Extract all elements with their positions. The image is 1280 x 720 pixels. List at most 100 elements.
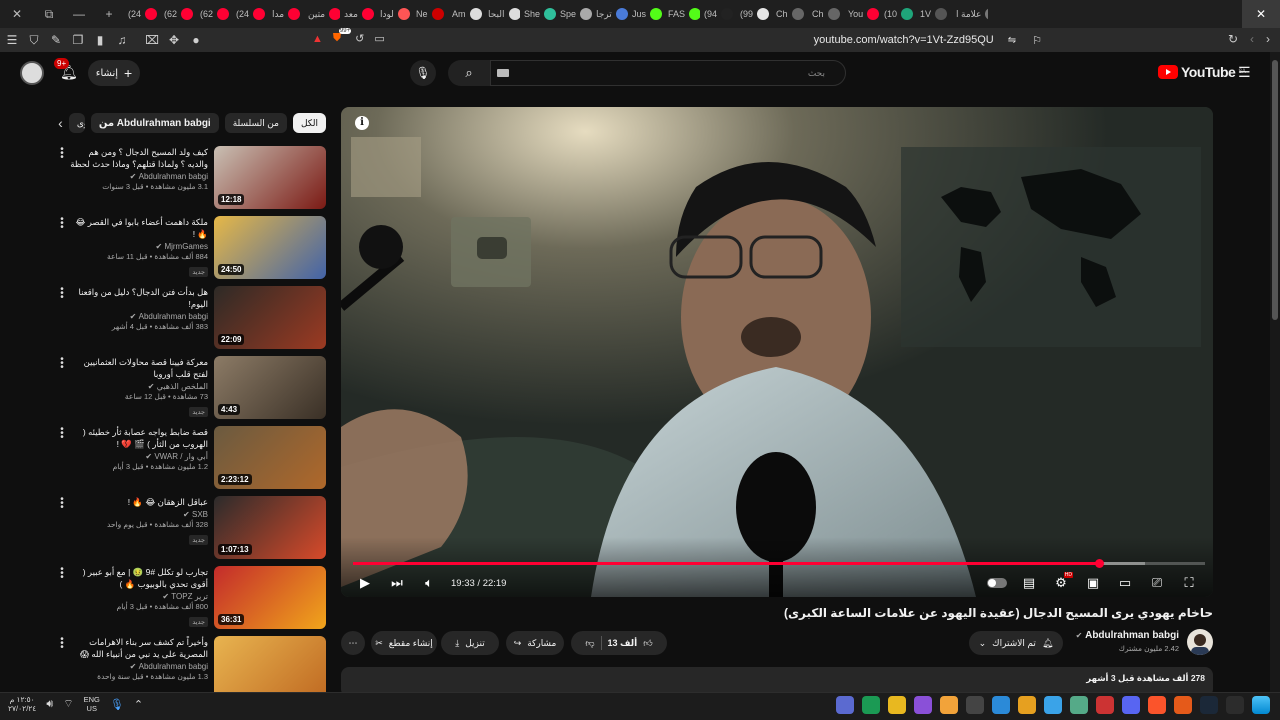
taskbar-app-icon[interactable] [992, 696, 1010, 714]
taskbar-app-icon[interactable] [940, 696, 958, 714]
sidebar-menu-icon[interactable]: ☰ [2, 30, 22, 50]
browser-tab[interactable]: (24 [232, 0, 268, 28]
url-text[interactable]: youtube.com/watch?v=1Vt-Zzd95QU [814, 34, 994, 46]
related-video-thumbnail[interactable]: 2:23:12 [214, 426, 326, 489]
restore-window-icon[interactable]: ⧉ [34, 7, 64, 22]
minimize-window-icon[interactable]: — [64, 7, 94, 21]
cast-icon[interactable]: ⎚ [1141, 569, 1173, 597]
related-video-channel[interactable]: SXB ✔ [68, 510, 208, 519]
chip-related[interactable]: محتوى [68, 113, 85, 133]
channel-name[interactable]: Abdulrahman babgi ✔ [1076, 630, 1179, 641]
vpn-icon[interactable]: ● [186, 30, 206, 50]
related-video-thumbnail[interactable]: 24:50 [214, 216, 326, 279]
related-video-item[interactable]: • • • كيف ولد المسيح الدجال ؟ ومن هم والديه… [56, 145, 326, 216]
more-actions-button[interactable]: ⋯ [341, 631, 365, 655]
kebab-menu-icon[interactable]: • • • [56, 565, 68, 583]
related-video-thumbnail[interactable]: 4:43 [214, 356, 326, 419]
clip-button[interactable]: ✂ إنشاء مقطع [371, 631, 437, 655]
screenshot-icon[interactable]: ⌧ [142, 30, 162, 50]
browser-tab[interactable]: (99 [736, 0, 772, 28]
like-button[interactable]: 👍︎ [643, 638, 652, 649]
browser-tab[interactable]: (94 [700, 0, 736, 28]
browser-tab[interactable]: (24 [124, 0, 160, 28]
chips-next-arrow-icon[interactable]: ‹ [58, 115, 63, 131]
taskbar-app-icon[interactable] [888, 696, 906, 714]
related-video-title[interactable]: قصة ضابط يواجه عصابة ثأر خطيئه ( الهروب … [68, 426, 208, 450]
taskbar-app-icon[interactable] [1096, 696, 1114, 714]
edit-icon[interactable]: ✎ [46, 30, 66, 50]
address-bar[interactable]: youtube.com/watch?v=1Vt-Zzd95QU ⇋ ⚐ [300, 30, 1050, 50]
progress-bar[interactable] [353, 559, 1205, 568]
related-video-thumbnail[interactable]: 1:07:13 [214, 496, 326, 559]
clock[interactable]: ١٢:٥٠ م ٢٧/٠٢/٢٤ [8, 695, 36, 713]
related-video-thumbnail[interactable]: 12:18 [214, 146, 326, 209]
music-icon[interactable]: ♫ [112, 30, 132, 50]
speaker-icon[interactable]: 🔊︎ [46, 698, 53, 711]
subtitles-icon[interactable]: ▤ [1013, 569, 1045, 597]
browser-tab[interactable]: Ch [808, 0, 844, 28]
browser-tab[interactable]: متين [304, 0, 340, 28]
related-video-title[interactable]: هل بدأت فتن الدجال؟ دليل من واقعنا اليوم… [68, 286, 208, 310]
related-video-title[interactable]: معركة فيينا قصة محاولات العثمانيين لفتح … [68, 356, 208, 380]
theater-mode-icon[interactable]: ▭ [1109, 569, 1141, 597]
active-tab-close-icon[interactable]: ✕ [1242, 0, 1280, 28]
browser-tab[interactable]: لودا [376, 0, 412, 28]
create-button[interactable]: إنشاء + [88, 60, 140, 86]
browser-tab[interactable]: (62 [196, 0, 232, 28]
kebab-menu-icon[interactable]: • • • [56, 355, 68, 373]
page-scrollbar[interactable] [1270, 52, 1280, 692]
related-video-thumbnail[interactable]: 36:31 [214, 566, 326, 629]
browser-tab[interactable]: Ne [412, 0, 448, 28]
subscribed-button[interactable]: ⌄ تم الاشتراك 🔔︎ [969, 631, 1063, 655]
browser-tab[interactable]: Jus [628, 0, 664, 28]
account-avatar[interactable] [20, 61, 44, 85]
browser-tab[interactable]: Spe [556, 0, 592, 28]
history-icon[interactable]: ↺ [355, 32, 364, 45]
autoplay-toggle[interactable] [981, 569, 1013, 597]
related-video-title[interactable]: كيف ولد المسيح الدجال ؟ ومن هم والديه ؟ … [68, 146, 208, 170]
kebab-menu-icon[interactable]: • • • [56, 145, 68, 163]
brave-shields-icon[interactable]: ⛊ 99+ [333, 28, 352, 45]
input-language[interactable]: ENG US [84, 695, 100, 713]
taskbar-app-icon[interactable] [1148, 696, 1166, 714]
taskbar-app-icon[interactable] [836, 696, 854, 714]
browser-tab[interactable]: You [844, 0, 880, 28]
like-count[interactable]: 13 ألف [608, 638, 638, 649]
browser-tab[interactable]: (62 [160, 0, 196, 28]
taskbar-app-icon[interactable] [1226, 696, 1244, 714]
bookmark-icon[interactable]: ⚐ [1032, 34, 1042, 47]
windows-start-icon[interactable] [1252, 696, 1270, 714]
kebab-menu-icon[interactable]: • • • [56, 635, 68, 653]
tabs-icon[interactable]: ❐ [68, 30, 88, 50]
chip-from-channel[interactable]: من Abdulrahman babgi [90, 113, 219, 133]
channel-avatar[interactable] [1187, 629, 1213, 655]
related-video-item[interactable]: • • • قصة ضابط يواجه عصابة ثأر خطيئه ( الهر… [56, 425, 326, 496]
video-player[interactable]: i ▶ ⏭︎ 🔈︎ 19:33 / 22:19 ▤ ⚙ ▣ ▭ ⎚ ⛶ [341, 107, 1213, 597]
chip-all[interactable]: الكل [292, 113, 326, 133]
browser-tab[interactable]: ترجا [592, 0, 628, 28]
related-video-title[interactable]: عباقل الزهقان 😂 🔥 ! [68, 496, 208, 508]
next-button[interactable]: ⏭︎ [381, 569, 413, 597]
share-button[interactable]: ↪ مشاركة [506, 631, 564, 655]
related-video-title[interactable]: تجارب لو تكلل #9 🤢 | مع أبو عبير ( أقوى … [68, 566, 208, 590]
browser-tab[interactable]: مدا [268, 0, 304, 28]
close-window-icon[interactable]: ✕ [0, 7, 34, 21]
shield-icon[interactable]: ⛉ [24, 30, 44, 50]
related-video-channel[interactable]: الملخص الذهبي ✔ [68, 382, 208, 391]
related-video-channel[interactable]: ترير TOPZ ✔ [68, 592, 208, 601]
kebab-menu-icon[interactable]: • • • [56, 215, 68, 233]
taskbar-app-icon[interactable] [1174, 696, 1192, 714]
related-video-thumbnail[interactable] [214, 636, 326, 699]
microphone-icon[interactable]: 🎙︎ [110, 698, 124, 711]
guide-menu-icon[interactable]: ☰ [1238, 64, 1251, 81]
browser-tab[interactable]: Am [448, 0, 484, 28]
scrollbar-thumb[interactable] [1272, 60, 1278, 320]
kebab-menu-icon[interactable]: • • • [56, 495, 68, 513]
related-video-item[interactable]: • • • ملكة داهمت أعضاء بابوا في القصر 😂 🔥 !… [56, 215, 326, 286]
related-video-channel[interactable]: Abdulrahman babgi ✔ [68, 312, 208, 321]
taskbar-app-icon[interactable] [966, 696, 984, 714]
taskbar-app-icon[interactable] [1044, 696, 1062, 714]
related-video-channel[interactable]: MjrmGames ✔ [68, 242, 209, 251]
fullscreen-icon[interactable]: ⛶ [1173, 569, 1205, 597]
brave-rewards-icon[interactable]: ▲ [312, 33, 323, 45]
